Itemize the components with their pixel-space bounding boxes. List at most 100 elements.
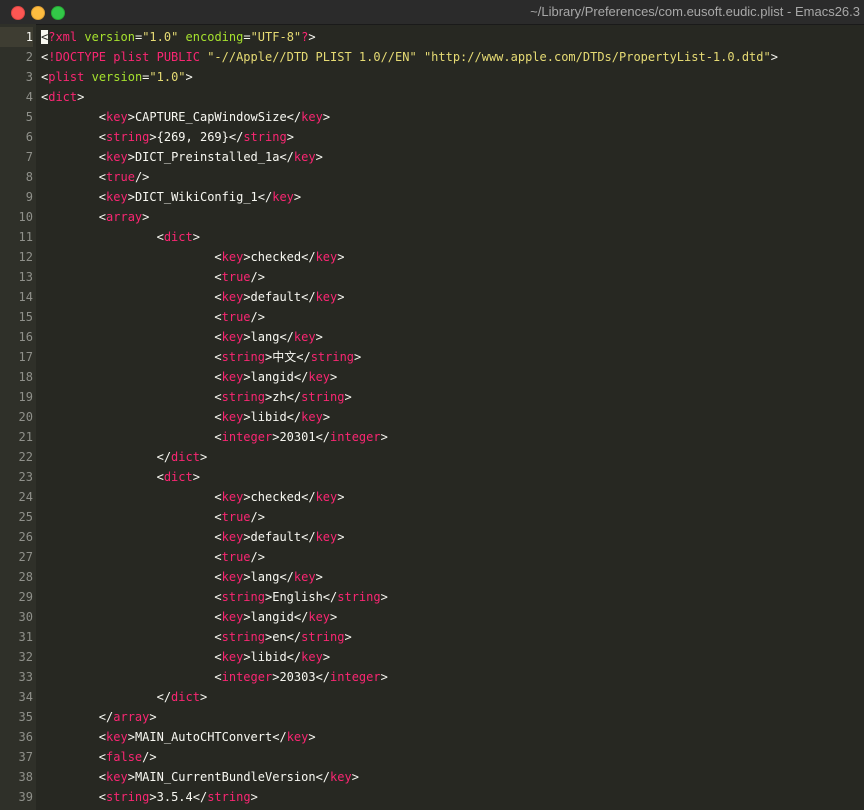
code-line[interactable]: 6 <string>{269, 269}</string> [0,127,864,147]
code-text[interactable]: <!DOCTYPE plist PUBLIC "-//Apple//DTD PL… [41,47,778,67]
code-text[interactable]: <key>lang</key> [41,567,322,587]
code-line[interactable]: 34 </dict> [0,687,864,707]
code-token: key [221,370,244,384]
code-line[interactable]: 26 <key>default</key> [0,527,864,547]
code-line[interactable]: 11 <dict> [0,227,864,247]
code-token: </ [315,770,331,784]
code-line[interactable]: 8 <true/> [0,167,864,187]
code-line[interactable]: 25 <true/> [0,507,864,527]
code-text[interactable]: <key>libid</key> [41,407,330,427]
code-line[interactable]: 10 <array> [0,207,864,227]
code-line[interactable]: 24 <key>checked</key> [0,487,864,507]
code-token: </ [257,190,273,204]
code-text[interactable]: <key>DICT_Preinstalled_1a</key> [41,147,323,167]
code-text[interactable]: <key>MAIN_CurrentBundleVersion</key> [41,767,359,787]
code-token: < [214,370,222,384]
code-text[interactable]: <key>default</key> [41,287,344,307]
code-text[interactable]: <key>checked</key> [41,487,344,507]
code-line[interactable]: 31 <string>en</string> [0,627,864,647]
code-text[interactable]: <key>DICT_WikiConfig_1</key> [41,187,301,207]
code-text[interactable]: <key>CAPTURE_CapWindowSize</key> [41,107,330,127]
code-token: > [127,730,135,744]
code-line[interactable]: 30 <key>langid</key> [0,607,864,627]
code-text[interactable]: <true/> [41,307,265,327]
code-line[interactable]: 39 <string>3.5.4</string> [0,787,864,807]
editor-buffer[interactable]: 1 <?xml version="1.0" encoding="UTF-8"?> 2… [0,24,864,810]
code-line[interactable]: 13 <true/> [0,267,864,287]
code-text[interactable]: <dict> [41,467,200,487]
code-line[interactable]: 28 <key>lang</key> [0,567,864,587]
code-token: libid [250,410,287,424]
code-text[interactable]: <true/> [41,167,150,187]
code-token: > [315,330,323,344]
code-token: array [113,710,150,724]
code-line[interactable]: 15 <true/> [0,307,864,327]
code-text[interactable]: <integer>20303</integer> [41,667,387,687]
code-text[interactable]: <dict> [41,227,200,247]
code-line[interactable]: 38 <key>MAIN_CurrentBundleVersion</key> [0,767,864,787]
code-token: </ [228,130,244,144]
close-window-button[interactable] [11,6,25,20]
code-line[interactable]: 35 </array> [0,707,864,727]
code-line[interactable]: 33 <integer>20303</integer> [0,667,864,687]
code-line[interactable]: 18 <key>langid</key> [0,367,864,387]
code-text[interactable]: <true/> [41,507,265,527]
code-text[interactable]: <string>English</string> [41,587,387,607]
code-line[interactable]: 3 <plist version="1.0"> [0,67,864,87]
code-text[interactable]: <key>lang</key> [41,327,323,347]
code-text[interactable]: <string>zh</string> [41,387,351,407]
code-text[interactable]: <key>langid</key> [41,607,337,627]
code-line[interactable]: 12 <key>checked</key> [0,247,864,267]
code-text[interactable]: <string>中文</string> [41,347,361,367]
code-line[interactable]: 19 <string>zh</string> [0,387,864,407]
code-text[interactable]: </dict> [41,447,208,467]
code-token: MAIN_CurrentBundleVersion [134,770,316,784]
code-line[interactable]: 32 <key>libid</key> [0,647,864,667]
code-line[interactable]: 17 <string>中文</string> [0,347,864,367]
code-token: </ [315,430,331,444]
code-text[interactable]: <key>libid</key> [41,647,330,667]
code-line[interactable]: 14 <key>default</key> [0,287,864,307]
code-line[interactable]: 36 <key>MAIN_AutoCHTConvert</key> [0,727,864,747]
code-line[interactable]: 21 <integer>20301</integer> [0,427,864,447]
code-line[interactable]: 7 <key>DICT_Preinstalled_1a</key> [0,147,864,167]
code-line[interactable]: 16 <key>lang</key> [0,327,864,347]
code-line[interactable]: 22 </dict> [0,447,864,467]
code-text[interactable]: <true/> [41,267,265,287]
code-text[interactable]: <string>{269, 269}</string> [41,127,294,147]
code-text[interactable]: <?xml version="1.0" encoding="UTF-8"?> [41,27,316,47]
code-text[interactable]: <key>langid</key> [41,367,337,387]
code-line[interactable]: 27 <true/> [0,547,864,567]
code-text[interactable]: <string>3.5.4</string> [41,787,258,807]
code-token: dict [48,90,78,104]
code-text[interactable]: <integer>20301</integer> [41,427,387,447]
code-text[interactable]: <plist version="1.0"> [41,67,193,87]
minimize-window-button[interactable] [31,6,45,20]
code-line[interactable]: 37 <false/> [0,747,864,767]
code-token: key [106,190,128,204]
code-line[interactable]: 2 <!DOCTYPE plist PUBLIC "-//Apple//DTD P… [0,47,864,67]
code-token: </ [272,730,287,744]
code-line[interactable]: 23 <dict> [0,467,864,487]
code-text[interactable]: <true/> [41,547,265,567]
zoom-window-button[interactable] [51,6,65,20]
code-line[interactable]: 5 <key>CAPTURE_CapWindowSize</key> [0,107,864,127]
code-text[interactable]: <string>en</string> [41,627,351,647]
code-text[interactable]: <key>default</key> [41,527,344,547]
code-text[interactable]: <dict> [41,87,84,107]
code-text[interactable]: <key>checked</key> [41,247,344,267]
code-text[interactable]: <false/> [41,747,157,767]
code-line[interactable]: 4 <dict> [0,87,864,107]
code-line[interactable]: 20 <key>libid</key> [0,407,864,427]
code-line[interactable]: 29 <string>English</string> [0,587,864,607]
code-text[interactable]: </dict> [41,687,208,707]
code-token: < [214,310,222,324]
code-line[interactable]: 9 <key>DICT_WikiConfig_1</key> [0,187,864,207]
code-line[interactable]: 1 <?xml version="1.0" encoding="UTF-8"?> [0,27,864,47]
code-text[interactable]: <key>MAIN_AutoCHTConvert</key> [41,727,316,747]
code-token: key [106,730,128,744]
code-text[interactable]: <array> [41,207,150,227]
code-text[interactable]: </array> [41,707,157,727]
